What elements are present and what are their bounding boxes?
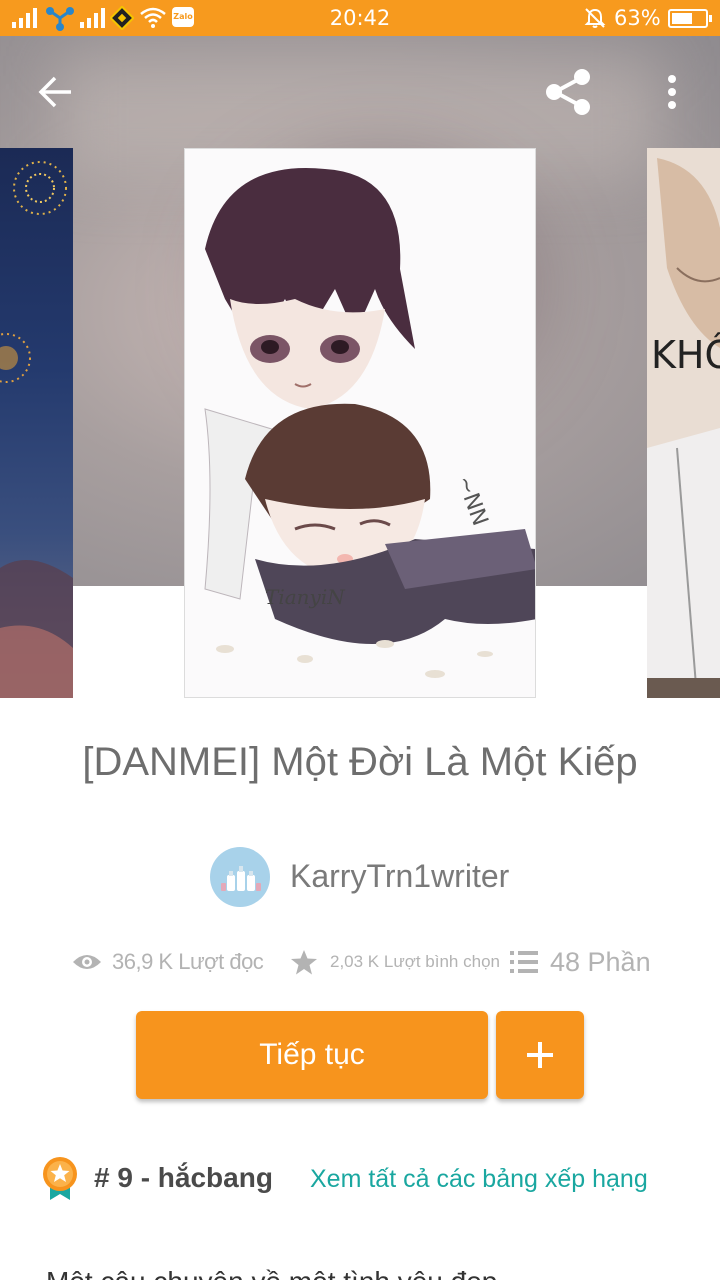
continue-label: Tiếp tục: [259, 1038, 365, 1071]
status-time: 20:42: [329, 6, 391, 30]
votes-count: 2,03 K Lượt bình chọn: [330, 952, 500, 971]
story-title: [DANMEI] Một Đời Là Một Kiếp: [82, 740, 638, 784]
svg-text:KHÔ: KHÔ: [651, 333, 720, 377]
ranking-text: # 9 - hắcbang: [94, 1162, 273, 1193]
share-icon: [546, 69, 590, 115]
eye-icon: [73, 955, 101, 969]
view-all-rankings-link[interactable]: Xem tất cả các bảng xếp hạng: [310, 1165, 648, 1194]
mute-bell-icon: [584, 8, 606, 28]
fireworks-cover-art: [0, 161, 73, 698]
plus-icon: [527, 1042, 553, 1068]
battery-fill: [672, 13, 693, 24]
votes-stat: 2,03 K Lượt bình chọn: [290, 940, 500, 984]
battery-percent: 63%: [614, 6, 661, 30]
star-icon: [291, 950, 317, 975]
next-story-cover[interactable]: KHÔ: [647, 148, 720, 698]
parts-count: 48 Phần: [550, 946, 651, 977]
share-button[interactable]: [536, 60, 600, 124]
back-button[interactable]: [24, 60, 88, 124]
more-vertical-icon: [668, 75, 676, 109]
battery-icon: [668, 9, 712, 28]
reads-count: 36,9 K Lượt đọc: [112, 949, 264, 974]
story-cover[interactable]: ~NN TianyiN: [184, 148, 536, 698]
rank-badge-icon: [43, 1157, 77, 1200]
back-arrow-icon: [38, 76, 71, 108]
anime-cover-art: ~NN TianyiN: [185, 149, 535, 697]
story-description: Một câu chuyện về một tình yêu đẹp: [46, 1266, 497, 1280]
list-icon: [510, 951, 538, 973]
status-bar: Zalo 20:42 63%: [0, 0, 720, 36]
more-options-button[interactable]: [640, 60, 704, 124]
author-avatar[interactable]: [210, 847, 270, 907]
author-name[interactable]: KarryTrn1writer: [290, 858, 509, 895]
reads-stat: 36,9 K Lượt đọc: [72, 940, 264, 984]
parts-stat[interactable]: 48 Phần: [510, 940, 651, 984]
previous-story-cover[interactable]: [0, 148, 73, 698]
portrait-cover-art: KHÔ: [647, 148, 720, 698]
add-to-library-button[interactable]: [496, 1011, 584, 1099]
bottles-avatar-icon: [221, 866, 261, 891]
cover-watermark: TianyiN: [265, 585, 346, 609]
continue-reading-button[interactable]: Tiếp tục: [136, 1011, 488, 1099]
